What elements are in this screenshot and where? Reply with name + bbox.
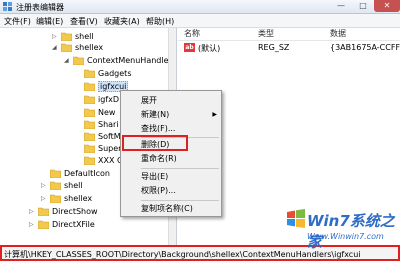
- menu-export[interactable]: 导出(E): [121, 170, 221, 184]
- header-divider: [178, 40, 400, 41]
- folder-open-icon: [73, 56, 84, 65]
- expand-arrow-icon[interactable]: ▷: [41, 193, 49, 204]
- folder-icon: [50, 181, 61, 190]
- menu-separator: [141, 200, 219, 201]
- maximize-button[interactable]: □: [352, 0, 374, 12]
- expand-arrow-icon[interactable]: ▷: [52, 31, 60, 42]
- submenu-arrow-icon: ▶: [212, 111, 217, 118]
- value-type: REG_SZ: [258, 43, 290, 52]
- collapse-arrow-icon[interactable]: ◢: [52, 42, 60, 53]
- folder-icon: [50, 169, 61, 178]
- menu-view[interactable]: 查看(V): [70, 16, 98, 27]
- folder-icon: [61, 32, 72, 41]
- menu-help[interactable]: 帮助(H): [146, 16, 174, 27]
- minimize-button[interactable]: —: [330, 0, 352, 12]
- expand-arrow-icon[interactable]: ▷: [41, 180, 49, 191]
- menu-separator: [141, 168, 219, 169]
- collapse-arrow-icon[interactable]: ◢: [64, 55, 72, 66]
- folder-icon: [84, 95, 95, 104]
- folder-icon: [84, 108, 95, 117]
- value-data: {3AB1675A-CCFF-1: [330, 43, 400, 52]
- column-header-type[interactable]: 类型: [258, 28, 274, 40]
- string-value-icon: ab: [184, 43, 195, 52]
- folder-icon: [84, 132, 95, 141]
- context-menu: 展开 新建(N) ▶ 查找(F)... 删除(D) 重命名(R) 导出(E) 权…: [120, 90, 222, 217]
- column-header-data[interactable]: 数据: [330, 28, 346, 40]
- delete-highlight-box: [122, 135, 188, 151]
- folder-icon: [84, 82, 95, 91]
- menu-permissions[interactable]: 权限(P)...: [121, 184, 221, 198]
- menu-copy-key-name[interactable]: 复制项名称(C): [121, 202, 221, 216]
- menu-bar: 文件(F) 编辑(E) 查看(V) 收藏夹(A) 帮助(H): [0, 14, 400, 28]
- folder-icon: [84, 144, 95, 153]
- menu-expand[interactable]: 展开: [121, 94, 221, 108]
- menu-edit[interactable]: 编辑(E): [36, 16, 63, 27]
- regedit-icon: [3, 2, 12, 11]
- close-button[interactable]: ✕: [374, 0, 400, 12]
- folder-icon: [38, 220, 49, 229]
- column-header-name[interactable]: 名称: [184, 28, 200, 40]
- folder-icon: [84, 156, 95, 165]
- value-name[interactable]: (默认): [198, 43, 220, 54]
- expand-arrow-icon[interactable]: ▷: [29, 206, 37, 217]
- watermark-url: Www.Winwin7.com: [307, 232, 384, 241]
- menu-new[interactable]: 新建(N) ▶: [121, 108, 221, 122]
- menu-file[interactable]: 文件(F): [4, 16, 31, 27]
- watermark: Win7系统之家 Www.Winwin7.com: [285, 208, 400, 251]
- windows-logo-icon: [287, 209, 305, 228]
- folder-icon: [84, 120, 95, 129]
- menu-find[interactable]: 查找(F)...: [121, 122, 221, 136]
- watermark-brand: Win7系统之家: [307, 212, 395, 251]
- folder-icon: [84, 69, 95, 78]
- title-bar: 注册表编辑器 — □ ✕: [0, 0, 400, 14]
- menu-favorites[interactable]: 收藏夹(A): [104, 16, 140, 27]
- window-title: 注册表编辑器: [16, 3, 64, 12]
- menu-rename[interactable]: 重命名(R): [121, 152, 221, 166]
- expand-arrow-icon[interactable]: ▷: [29, 219, 37, 230]
- folder-icon: [38, 207, 49, 216]
- folder-icon: [50, 194, 61, 203]
- folder-icon: [61, 43, 72, 52]
